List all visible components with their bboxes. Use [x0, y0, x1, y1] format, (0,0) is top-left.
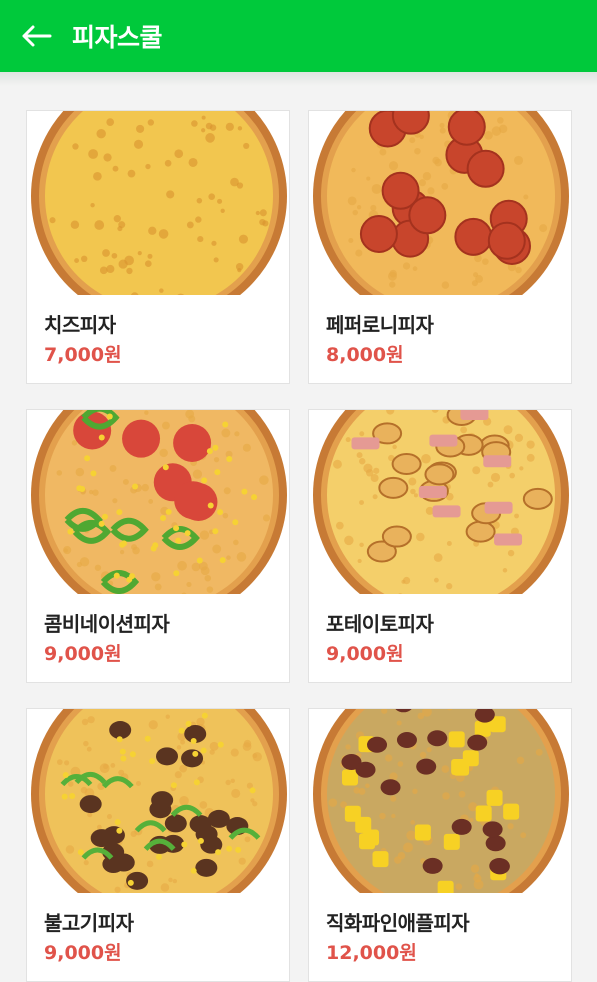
product-price: 9,000원 [326, 643, 404, 665]
pizza-image [27, 111, 289, 295]
pizza-image [309, 410, 571, 594]
app-bar-shadow [0, 72, 597, 86]
product-price: 9,000원 [44, 942, 122, 964]
product-price: 7,000원 [44, 344, 122, 366]
arrow-left-icon [22, 25, 52, 47]
product-name: 콤비네이션피자 [44, 612, 170, 636]
product-name: 치즈피자 [44, 313, 116, 337]
product-card[interactable]: 직화파인애플피자 12,000원 [308, 708, 572, 982]
product-name: 불고기피자 [44, 911, 134, 935]
back-button[interactable] [0, 0, 72, 72]
product-price: 8,000원 [326, 344, 404, 366]
product-grid: 치즈피자 7,000원 페퍼로니피자 8,000원 콤비네이션피자 9,000원… [26, 110, 572, 982]
product-price: 9,000원 [44, 643, 122, 665]
pizza-image [27, 410, 289, 594]
product-card[interactable]: 콤비네이션피자 9,000원 [26, 409, 290, 683]
product-name: 페퍼로니피자 [326, 313, 434, 337]
page-title: 피자스쿨 [72, 23, 163, 52]
product-name: 직화파인애플피자 [326, 911, 470, 935]
app-bar: 피자스쿨 [0, 0, 597, 72]
pizza-image [309, 111, 571, 295]
product-card[interactable]: 불고기피자 9,000원 [26, 708, 290, 982]
product-card[interactable]: 치즈피자 7,000원 [26, 110, 290, 384]
product-card[interactable]: 페퍼로니피자 8,000원 [308, 110, 572, 384]
pizza-image [309, 709, 571, 893]
pizza-image [27, 709, 289, 893]
product-card[interactable]: 포테이토피자 9,000원 [308, 409, 572, 683]
product-price: 12,000원 [326, 942, 417, 964]
product-name: 포테이토피자 [326, 612, 434, 636]
